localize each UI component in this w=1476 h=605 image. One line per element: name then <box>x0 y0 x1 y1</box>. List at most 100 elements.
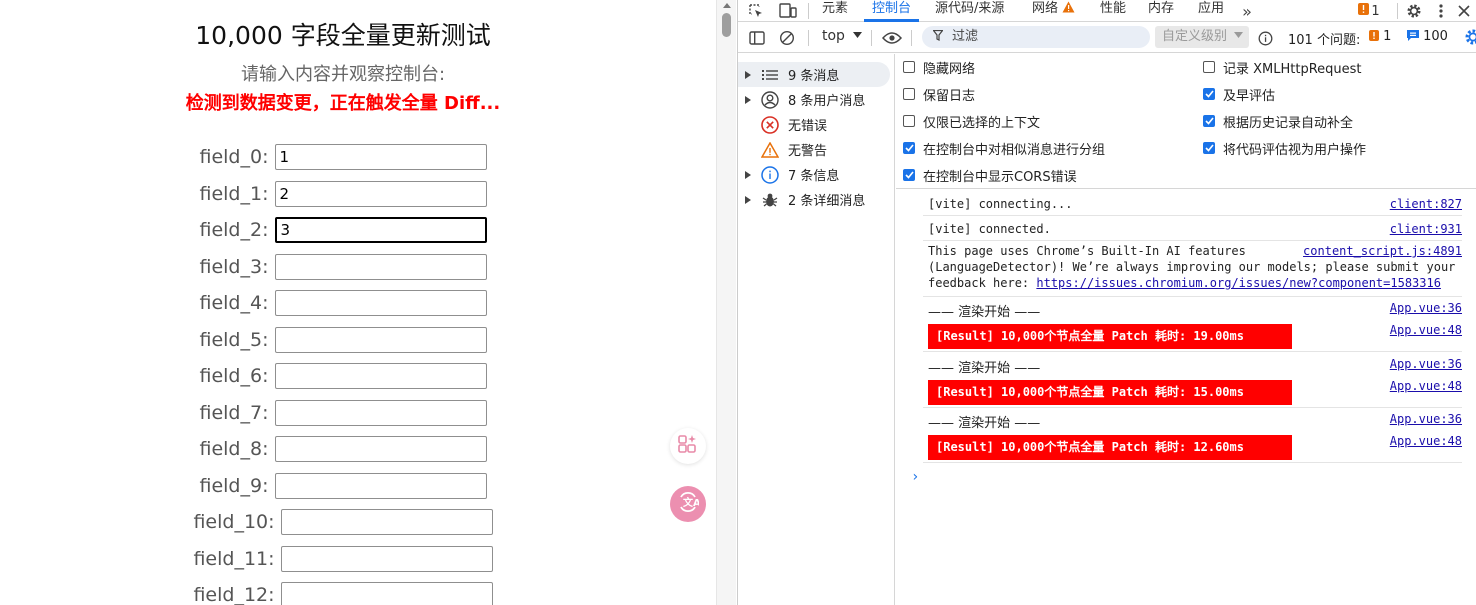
console-message-source-link[interactable]: App.vue:36 <box>1390 357 1462 371</box>
checkbox-unchecked-icon[interactable] <box>903 115 915 127</box>
setting-checkbox[interactable]: 将代码评估视为用户操作 <box>1203 138 1366 158</box>
field-input[interactable] <box>274 436 487 462</box>
checkbox-checked-icon[interactable] <box>903 169 915 181</box>
console-message-source-link[interactable]: client:931 <box>1390 222 1462 236</box>
settings-gear-icon[interactable] <box>1404 0 1424 22</box>
field-input[interactable] <box>274 144 487 170</box>
scroll-thumb[interactable] <box>722 13 731 37</box>
sidebar-item[interactable]: 2 条详细消息 <box>738 187 890 212</box>
issues-info-badge[interactable]: 100 <box>1407 29 1448 44</box>
expand-triangle-icon[interactable] <box>738 95 758 104</box>
field-row: field_3: <box>0 253 686 281</box>
result-message: [Result] 10,000个节点全量 Patch 耗时: 19.00ms Ap… <box>923 321 1462 352</box>
expand-triangle-icon[interactable] <box>738 170 758 179</box>
console-message-source-link[interactable]: App.vue:36 <box>1390 301 1462 315</box>
sidebar-item[interactable]: 9 条消息 <box>738 62 890 87</box>
setting-checkbox[interactable]: 在控制台中显示CORS错误 <box>903 165 1077 185</box>
setting-label: 在控制台中显示CORS错误 <box>923 169 1077 185</box>
inspect-element-icon[interactable] <box>746 0 766 22</box>
console-message-source-link[interactable]: App.vue:48 <box>1390 323 1462 337</box>
scroll-up-arrow-icon[interactable] <box>723 3 731 8</box>
field-input[interactable] <box>274 290 487 316</box>
issues-error-count: 1 <box>1383 29 1392 44</box>
tab-sources[interactable]: 源代码/来源 <box>935 0 1004 22</box>
setting-checkbox[interactable]: 根据历史记录自动补全 <box>1203 111 1353 131</box>
result-message: [Result] 10,000个节点全量 Patch 耗时: 15.00ms Ap… <box>923 377 1462 408</box>
field-input[interactable] <box>274 180 487 207</box>
tab-performance[interactable]: 性能 <box>1100 0 1126 22</box>
setting-checkbox[interactable]: 及早评估 <box>1203 84 1275 104</box>
issues-badge[interactable]: 1 <box>1356 0 1382 22</box>
console-message-text: This page uses Chrome’s Built-In AI feat… <box>928 244 1246 258</box>
console-prompt-chevron-icon[interactable]: › <box>911 469 919 485</box>
sidebar-item[interactable]: 7 条信息 <box>738 162 890 187</box>
setting-checkbox[interactable]: 记录 XMLHttpRequest <box>1203 57 1362 77</box>
setting-checkbox[interactable]: 在控制台中对相似消息进行分组 <box>903 138 1105 158</box>
setting-checkbox[interactable]: 隐藏网络 <box>903 57 975 77</box>
expand-triangle-icon[interactable] <box>738 195 758 204</box>
sidebar-item[interactable]: 无错误 <box>738 112 890 137</box>
sidebar-item[interactable]: 无警告 <box>738 137 890 162</box>
checkbox-unchecked-icon[interactable] <box>903 61 915 73</box>
expand-triangle-icon[interactable] <box>738 70 758 79</box>
checkbox-checked-icon[interactable] <box>1203 88 1215 100</box>
more-tabs-chevron-icon[interactable]: » <box>1238 0 1256 22</box>
page-scrollbar[interactable] <box>716 0 736 605</box>
field-input[interactable] <box>274 363 487 389</box>
tab-console[interactable]: 控制台 <box>864 0 920 22</box>
setting-label: 根据历史记录自动补全 <box>1223 115 1354 131</box>
tab-network[interactable]: 网络 <box>1032 0 1075 22</box>
field-input[interactable] <box>280 509 493 535</box>
checkbox-checked-icon[interactable] <box>1203 115 1215 127</box>
console-message-source-link[interactable]: App.vue:36 <box>1390 412 1462 426</box>
field-row: field_5: <box>0 326 686 354</box>
tab-elements[interactable]: 元素 <box>822 0 848 22</box>
info-icon <box>758 165 782 184</box>
console-message-source-link[interactable]: content_script.js:4891 <box>1303 244 1462 258</box>
console-message-source-link[interactable]: App.vue:48 <box>1390 379 1462 393</box>
field-input[interactable] <box>280 545 493 572</box>
console-message-source-link[interactable]: App.vue:48 <box>1390 434 1462 448</box>
field-label: field_6: <box>199 365 269 387</box>
device-toolbar-icon[interactable] <box>778 0 798 22</box>
close-devtools-icon[interactable] <box>1456 0 1472 22</box>
render-start-text: —— 渲染开始 —— <box>928 416 1041 431</box>
sidebar-item[interactable]: 8 条用户消息 <box>738 87 890 112</box>
field-input[interactable] <box>274 253 487 280</box>
checkbox-checked-icon[interactable] <box>903 142 915 154</box>
checkbox-unchecked-icon[interactable] <box>903 88 915 100</box>
console-settings-gear-icon[interactable] <box>1464 28 1476 46</box>
field-input[interactable] <box>274 472 487 499</box>
svg-text:文A: 文A <box>683 496 699 509</box>
field-input[interactable] <box>274 326 487 353</box>
field-label: field_0: <box>199 146 269 168</box>
ai-tools-button[interactable] <box>670 428 706 464</box>
tab-application[interactable]: 应用 <box>1198 0 1224 22</box>
live-expression-eye-icon[interactable] <box>881 27 903 49</box>
context-selector[interactable]: top <box>822 28 863 44</box>
checkbox-checked-icon[interactable] <box>1203 142 1215 154</box>
issues-count-label[interactable]: 101 个问题: <box>1288 29 1360 48</box>
clear-console-icon[interactable] <box>778 27 796 49</box>
setting-checkbox[interactable]: 保留日志 <box>903 84 975 104</box>
console-filter-input[interactable]: 过滤 <box>922 26 1150 48</box>
context-selector-label: top <box>822 28 845 44</box>
toggle-sidebar-icon[interactable] <box>748 27 766 49</box>
translate-button[interactable]: 文A <box>670 486 706 522</box>
console-issue-link[interactable]: https://issues.chromium.org/issues/new?c… <box>1036 276 1441 290</box>
field-input[interactable] <box>274 399 487 426</box>
issues-error-badge[interactable]: 1 <box>1369 29 1391 44</box>
tab-memory[interactable]: 内存 <box>1148 0 1174 22</box>
console-message-source-link[interactable]: client:827 <box>1390 197 1462 211</box>
setting-label: 记录 XMLHttpRequest <box>1223 61 1362 77</box>
setting-checkbox[interactable]: 仅限已选择的上下文 <box>903 111 1040 131</box>
field-row: field_11: <box>0 545 686 573</box>
more-options-kebab-icon[interactable] <box>1434 0 1448 22</box>
result-text: [Result] 10,000个节点全量 Patch 耗时: 19.00ms <box>928 324 1292 349</box>
log-levels-dropdown[interactable]: 自定义级别 <box>1155 26 1249 48</box>
issue-flag-icon <box>1358 3 1370 19</box>
field-input[interactable] <box>280 582 493 605</box>
checkbox-unchecked-icon[interactable] <box>1203 61 1215 73</box>
app-page: 10,000 字段全量更新测试 请输入内容并观察控制台: 检测到数据变更，正在触… <box>0 0 716 605</box>
field-input[interactable] <box>274 217 487 243</box>
